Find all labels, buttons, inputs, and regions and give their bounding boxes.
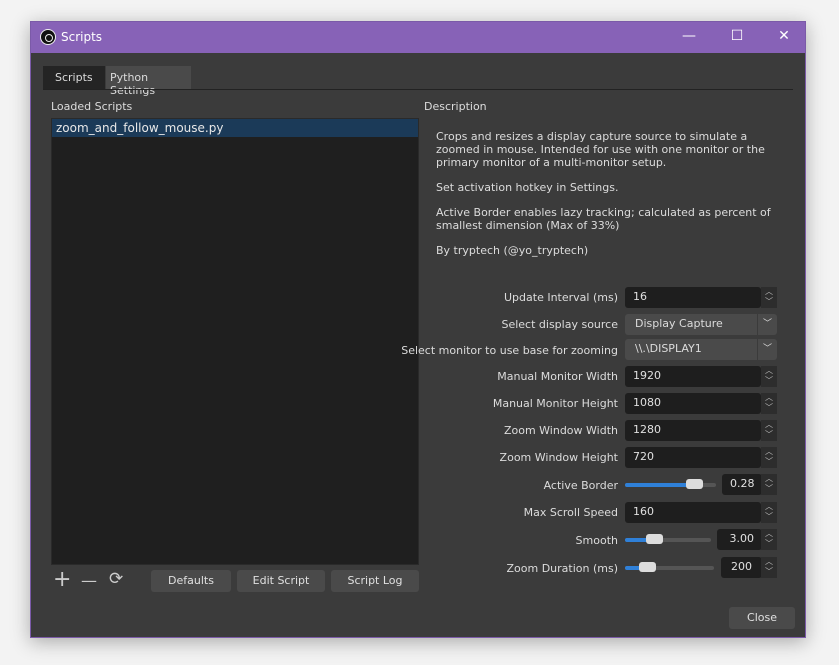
description-label: Description bbox=[424, 100, 487, 113]
update-interval-input[interactable]: 16 bbox=[625, 287, 761, 308]
active-border-input[interactable]: 0.28 bbox=[722, 474, 762, 495]
slider-thumb[interactable] bbox=[639, 562, 657, 572]
edit-script-button[interactable]: Edit Script bbox=[237, 570, 325, 592]
tab-scripts[interactable]: Scripts bbox=[43, 66, 105, 89]
monitor-width-label: Manual Monitor Width bbox=[497, 370, 618, 383]
display-source-value: Display Capture bbox=[635, 317, 723, 330]
active-border-label: Active Border bbox=[543, 479, 618, 492]
spinner-icon[interactable]: ︿ ﹀ bbox=[761, 502, 777, 523]
loaded-scripts-label: Loaded Scripts bbox=[51, 100, 133, 113]
minimize-button[interactable]: — bbox=[679, 28, 699, 44]
slider-fill bbox=[625, 483, 694, 487]
description-text: Crops and resizes a display capture sour… bbox=[436, 130, 781, 269]
window-title: Scripts bbox=[61, 30, 103, 44]
close-button[interactable]: Close bbox=[729, 607, 795, 629]
spinner-icon[interactable]: ︿ ﹀ bbox=[761, 557, 777, 578]
tab-python-settings[interactable]: Python Settings bbox=[106, 66, 191, 97]
zoom-duration-slider[interactable] bbox=[625, 562, 714, 572]
spinner-icon[interactable]: ︿ ﹀ bbox=[761, 393, 777, 414]
obs-logo-icon bbox=[40, 29, 56, 45]
smooth-slider[interactable] bbox=[625, 534, 711, 544]
description-paragraph: Active Border enables lazy tracking; cal… bbox=[436, 206, 771, 232]
monitor-value: \\.\DISPLAY1 bbox=[635, 342, 702, 355]
smooth-input[interactable]: 3.00 bbox=[717, 529, 762, 550]
zoom-height-label: Zoom Window Height bbox=[499, 451, 618, 464]
spinner-icon[interactable]: ︿ ﹀ bbox=[761, 420, 777, 441]
script-log-button[interactable]: Script Log bbox=[331, 570, 419, 592]
list-item[interactable]: zoom_and_follow_mouse.py bbox=[52, 119, 418, 137]
monitor-select[interactable]: \\.\DISPLAY1 ﹀ bbox=[625, 339, 777, 360]
slider-thumb[interactable] bbox=[685, 479, 703, 489]
zoom-width-label: Zoom Window Width bbox=[503, 424, 618, 437]
tab-divider bbox=[43, 89, 793, 90]
smooth-label: Smooth bbox=[575, 534, 618, 547]
remove-script-button[interactable]: — bbox=[81, 571, 97, 590]
maximize-button[interactable]: ☐ bbox=[727, 28, 747, 44]
title-bar: Scripts — ☐ ✕ bbox=[31, 22, 805, 53]
update-interval-label: Update Interval (ms) bbox=[504, 291, 618, 304]
description-paragraph: Crops and resizes a display capture sour… bbox=[436, 130, 765, 169]
spinner-icon[interactable]: ︿ ﹀ bbox=[761, 474, 777, 495]
chevron-down-icon: ﹀ bbox=[757, 314, 777, 335]
scripts-dialog: Scripts — ☐ ✕ Scripts Python Settings Lo… bbox=[30, 21, 806, 638]
spinner-icon[interactable]: ︿ ﹀ bbox=[761, 366, 777, 387]
description-paragraph: Set activation hotkey in Settings. bbox=[436, 181, 619, 194]
zoom-duration-input[interactable]: 200 bbox=[721, 557, 762, 578]
monitor-label: Select monitor to use base for zooming bbox=[401, 344, 618, 357]
max-scroll-label: Max Scroll Speed bbox=[523, 506, 618, 519]
zoom-duration-label: Zoom Duration (ms) bbox=[506, 562, 618, 575]
display-source-select[interactable]: Display Capture ﹀ bbox=[625, 314, 777, 335]
monitor-height-label: Manual Monitor Height bbox=[492, 397, 618, 410]
defaults-button[interactable]: Defaults bbox=[151, 570, 231, 592]
scripts-list[interactable]: zoom_and_follow_mouse.py bbox=[51, 118, 419, 565]
spinner-icon[interactable]: ︿ ﹀ bbox=[761, 447, 777, 468]
chevron-down-icon: ﹀ bbox=[757, 339, 777, 360]
spinner-icon[interactable]: ︿ ﹀ bbox=[761, 529, 777, 550]
description-paragraph: By tryptech (@yo_tryptech) bbox=[436, 244, 589, 257]
zoom-height-input[interactable]: 720 bbox=[625, 447, 761, 468]
reload-icon[interactable]: ⟳ bbox=[109, 569, 123, 589]
zoom-width-input[interactable]: 1280 bbox=[625, 420, 761, 441]
monitor-width-input[interactable]: 1920 bbox=[625, 366, 761, 387]
display-source-label: Select display source bbox=[501, 318, 618, 331]
spinner-icon[interactable]: ︿ ﹀ bbox=[761, 287, 777, 308]
monitor-height-input[interactable]: 1080 bbox=[625, 393, 761, 414]
slider-thumb[interactable] bbox=[645, 534, 663, 544]
max-scroll-input[interactable]: 160 bbox=[625, 502, 761, 523]
close-window-button[interactable]: ✕ bbox=[774, 28, 794, 44]
active-border-slider[interactable] bbox=[625, 479, 716, 489]
add-script-button[interactable]: + bbox=[53, 567, 71, 592]
